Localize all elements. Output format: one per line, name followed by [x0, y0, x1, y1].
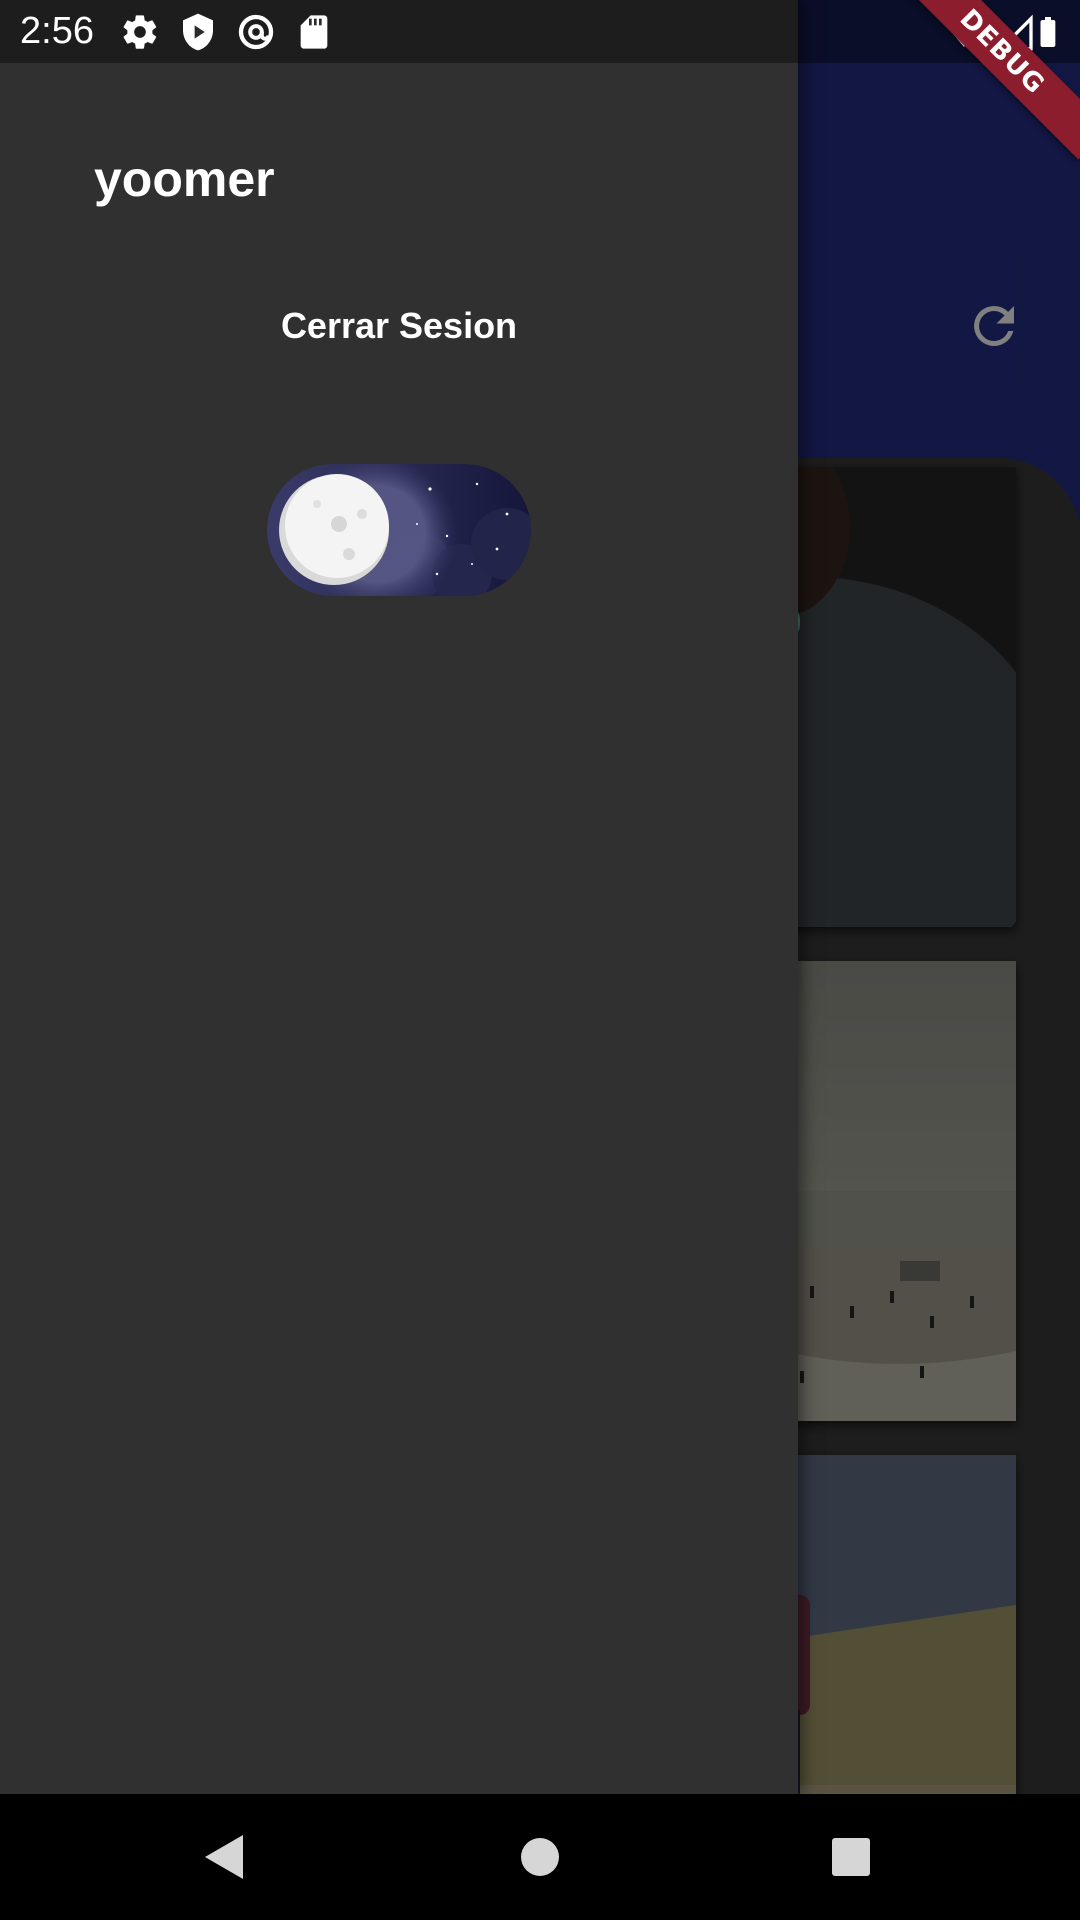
logout-button[interactable]: Cerrar Sesion	[240, 290, 558, 362]
theme-toggle-switch[interactable]	[267, 464, 531, 596]
battery-icon	[1040, 17, 1056, 47]
navigation-drawer: yoomer Cerrar Sesion	[0, 0, 798, 1794]
back-button[interactable]	[190, 1824, 256, 1890]
drawer-username: yoomer	[94, 151, 275, 207]
settings-icon	[123, 15, 157, 49]
at-sync-icon	[238, 14, 274, 50]
home-icon	[521, 1838, 559, 1876]
home-button[interactable]	[507, 1824, 573, 1890]
sd-card-icon	[300, 15, 328, 49]
back-icon	[205, 1835, 243, 1879]
recents-button[interactable]	[818, 1824, 884, 1890]
status-bar: 2:56	[0, 0, 1080, 63]
status-time: 2:56	[20, 10, 94, 52]
shield-play-icon	[183, 13, 213, 51]
system-nav-bar	[0, 1794, 1080, 1920]
recents-icon	[832, 1838, 870, 1876]
screen: DEBUG yoomer Cerrar Sesion 2:56	[0, 0, 1080, 1920]
